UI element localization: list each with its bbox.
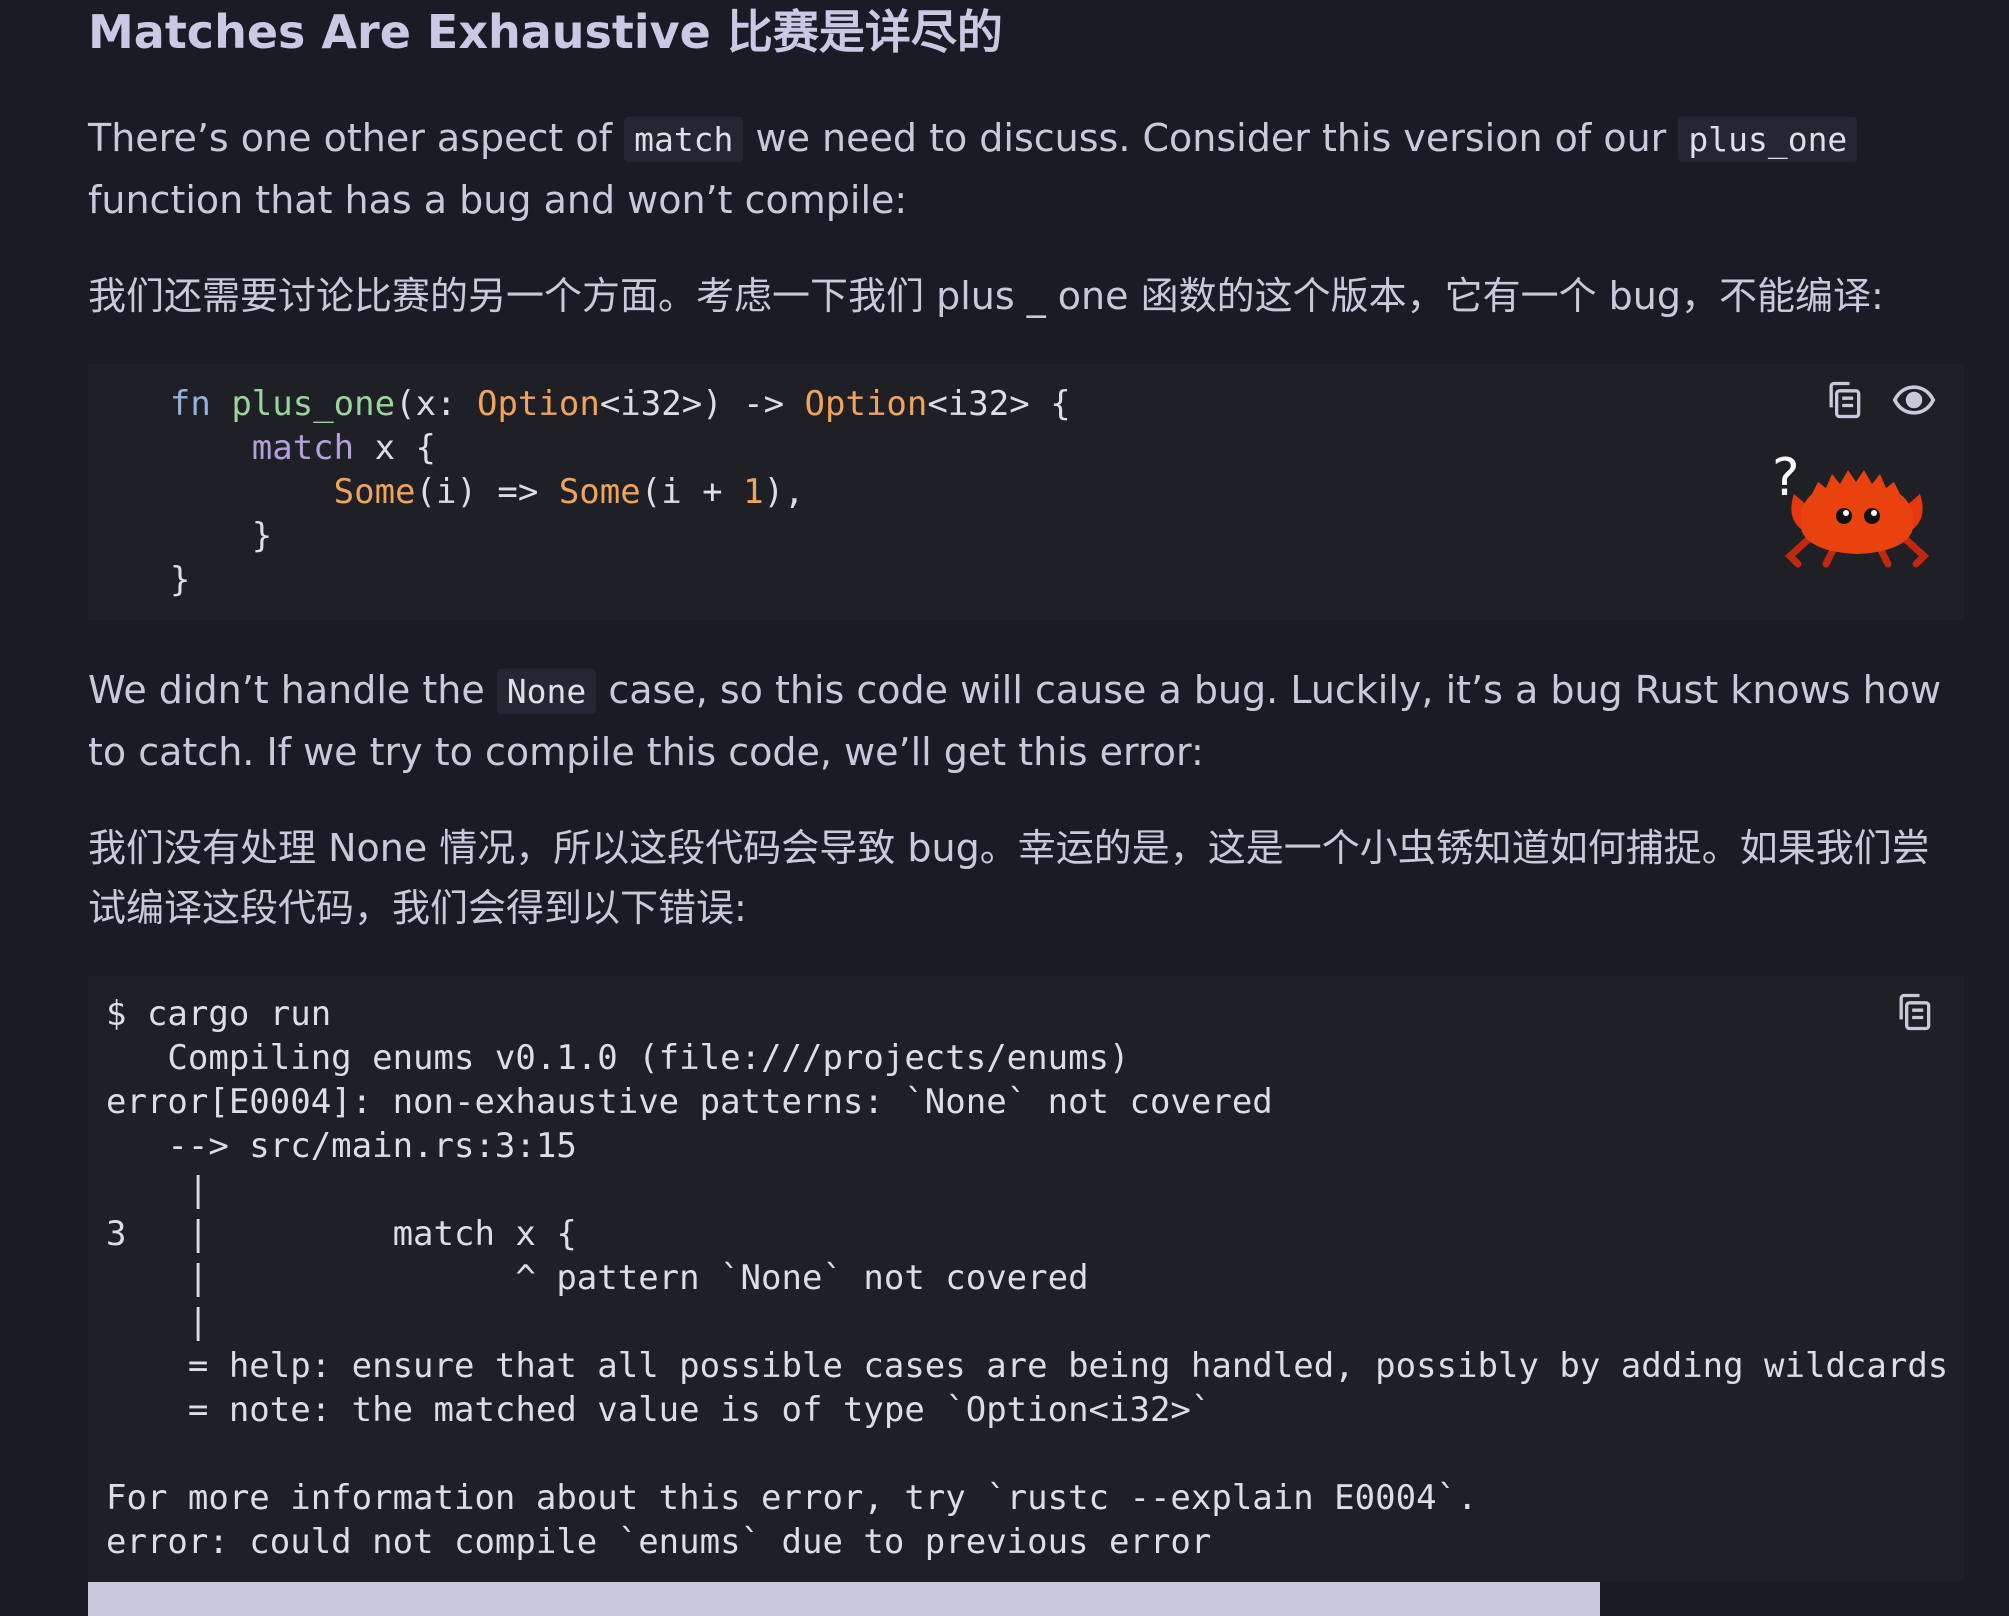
inline-code-match: match	[624, 117, 744, 162]
paragraph-text: There’s one other aspect of	[88, 116, 625, 160]
output-line: Compiling enums v0.1.0 (file:///projects…	[106, 1038, 1130, 1078]
output-line: For more information about this error, t…	[106, 1478, 1478, 1518]
output-line: |	[106, 1302, 209, 1342]
paragraph-text: we need to discuss. Consider this versio…	[743, 116, 1679, 160]
code-token: fn	[169, 384, 211, 424]
paragraph-text: We didn’t handle the	[88, 668, 497, 712]
code-token: Option	[476, 384, 600, 424]
code-token: plus_one	[231, 384, 396, 424]
compiler-output: $ cargo run Compiling enums v0.1.0 (file…	[106, 992, 1964, 1564]
code-token: (x:	[395, 384, 477, 424]
code-token: Some	[558, 472, 641, 512]
code-token: {	[1029, 384, 1071, 424]
code-token: (i +	[640, 472, 744, 512]
code-token: match	[251, 428, 355, 468]
output-line: = help: ensure that all possible cases a…	[187, 1346, 1949, 1386]
inline-code-none: None	[496, 669, 597, 714]
output-line: --> src/main.rs:3:15	[106, 1126, 577, 1166]
code-token: ) ->	[702, 384, 805, 424]
output-line: error: could not compile `enums` due to …	[106, 1522, 1212, 1562]
code-token: 1	[743, 472, 764, 512]
paragraph-text: function that has a bug and won’t compil…	[88, 178, 908, 222]
code-token: (i) =>	[415, 472, 559, 512]
output-line: = note: the matched value is of type `Op…	[106, 1390, 1212, 1430]
copy-icon[interactable]	[1890, 988, 1938, 1036]
horizontal-scrollbar-thumb[interactable]	[88, 1582, 1600, 1616]
code-token: <i32>	[927, 384, 1030, 424]
code-token: <i32>	[599, 384, 703, 424]
code-token: }	[169, 560, 191, 600]
output-line: 3 | match x {	[106, 1214, 577, 1254]
confused-ferris-crab-icon: ?	[1772, 448, 1942, 578]
code-block-compiler-output: $ cargo run Compiling enums v0.1.0 (file…	[88, 976, 1964, 1582]
output-line: $ cargo run	[106, 994, 332, 1034]
output-line: |	[106, 1170, 209, 1210]
code-token: Option	[804, 384, 928, 424]
paragraph-intro: There’s one other aspect of match we nee…	[88, 108, 1963, 230]
paragraph-none-case: We didn’t handle the None case, so this …	[88, 660, 1963, 782]
paragraph-none-case-translation: 我们没有处理 None 情况，所以这段代码会导致 bug。幸运的是，这是一个小虫…	[88, 826, 1930, 930]
eye-icon[interactable]	[1890, 376, 1938, 424]
code-token: }	[251, 516, 273, 556]
code-token: Some	[333, 472, 416, 512]
paragraph-intro-translation: 我们还需要讨论比赛的另一个方面。考虑一下我们 plus _ one 函数的这个版…	[88, 274, 1884, 318]
output-line: | ^ pattern `None` not covered	[106, 1258, 1089, 1298]
output-line: error[E0004]: non-exhaustive patterns: `…	[106, 1082, 1273, 1122]
code-listing: fn plus_one(x: Option<i32>) -> Option<i3…	[88, 382, 1071, 602]
section-title: Matches Are Exhaustive 比赛是详尽的	[88, 5, 1003, 59]
code-token: x {	[354, 428, 437, 468]
inline-code-plus-one: plus_one	[1678, 117, 1858, 162]
code-block-plus-one: fn plus_one(x: Option<i32>) -> Option<i3…	[88, 364, 1964, 620]
code-token: ),	[763, 472, 805, 512]
copy-icon[interactable]	[1820, 376, 1868, 424]
